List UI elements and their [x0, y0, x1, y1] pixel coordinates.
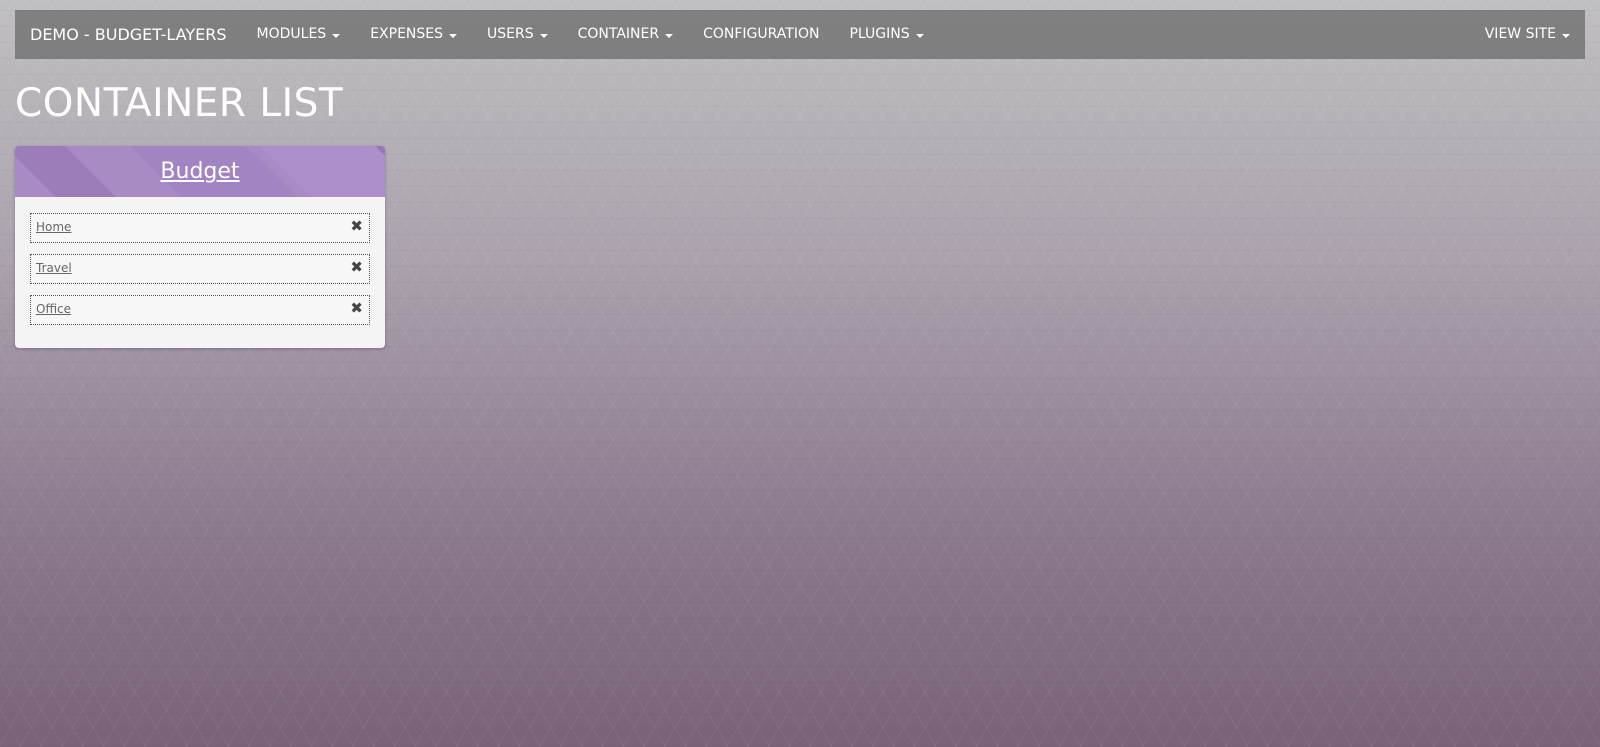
top-navbar: DEMO - BUDGET-LAYERS MODULES EXPENSES US… — [15, 10, 1585, 59]
container-item-link-travel[interactable]: Travel — [36, 261, 72, 275]
caret-down-icon — [1562, 33, 1570, 38]
page-title: CONTAINER LIST — [15, 81, 344, 126]
nav-item-container[interactable]: CONTAINER — [563, 10, 688, 59]
navbar-menu: MODULES EXPENSES USERS CONTAINER CONFIGU… — [242, 10, 939, 59]
remove-icon[interactable]: ✖ — [350, 298, 363, 318]
header-stripe — [15, 146, 116, 197]
nav-item-users[interactable]: USERS — [472, 10, 563, 59]
nav-item-label: CONTAINER — [577, 26, 660, 42]
nav-item-label: MODULES — [256, 26, 327, 42]
nav-item-label: CONFIGURATION — [703, 26, 820, 42]
caret-down-icon — [539, 33, 548, 38]
navbar-brand[interactable]: DEMO - BUDGET-LAYERS — [15, 10, 242, 59]
caret-down-icon — [449, 33, 458, 38]
nav-item-label: PLUGINS — [849, 26, 910, 42]
nav-item-view-site[interactable]: VIEW SITE — [1470, 10, 1585, 59]
nav-item-label: VIEW SITE — [1484, 26, 1556, 42]
remove-icon[interactable]: ✖ — [350, 257, 363, 277]
list-item: Office ✖ — [30, 295, 370, 325]
list-item: Home ✖ — [30, 213, 370, 243]
list-item: Travel ✖ — [30, 254, 370, 284]
caret-down-icon — [665, 33, 674, 38]
caret-down-icon — [915, 33, 924, 38]
nav-item-label: EXPENSES — [370, 26, 444, 42]
container-item-list: Home ✖ Travel ✖ Office ✖ — [15, 197, 385, 325]
nav-item-expenses[interactable]: EXPENSES — [355, 10, 472, 59]
panel-header: Budget — [15, 146, 385, 197]
remove-icon[interactable]: ✖ — [350, 216, 363, 236]
panel-title-link[interactable]: Budget — [160, 159, 239, 184]
container-item-link-home[interactable]: Home — [36, 220, 71, 234]
nav-item-plugins[interactable]: PLUGINS — [834, 10, 938, 59]
container-item-link-office[interactable]: Office — [36, 302, 71, 316]
nav-item-label: USERS — [487, 26, 534, 42]
nav-item-configuration[interactable]: CONFIGURATION — [688, 10, 834, 59]
container-panel-budget: Budget Home ✖ Travel ✖ Office ✖ — [15, 146, 385, 348]
nav-item-modules[interactable]: MODULES — [242, 10, 356, 59]
caret-down-icon — [332, 33, 341, 38]
